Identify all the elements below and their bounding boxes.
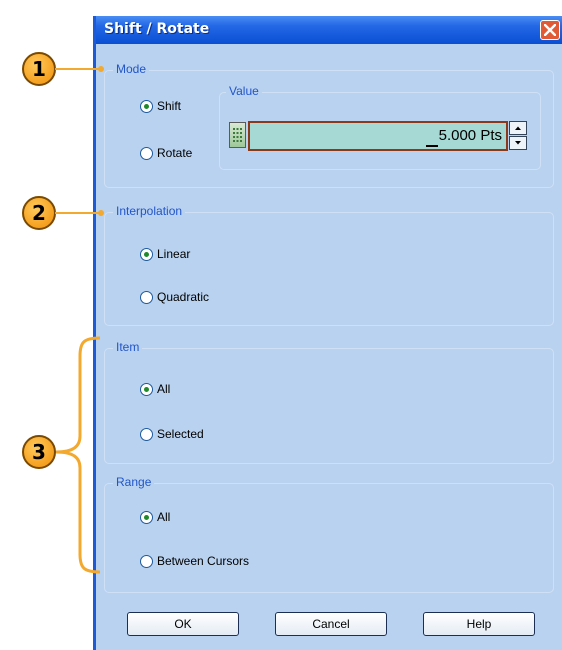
value-input[interactable]: 5.000 Pts [248,121,508,151]
help-button-label: Help [466,617,492,631]
range-all-label: All [157,510,171,524]
radio-checked-icon [140,511,153,524]
cancel-button-label: Cancel [312,617,350,631]
spin-down-icon[interactable] [509,136,527,150]
interpolation-quadratic-label: Quadratic [157,290,210,304]
calculator-icon[interactable] [229,122,246,148]
item-group: Item [104,340,554,464]
value-text: 5.000 Pts [438,127,502,144]
radio-checked-icon [140,383,153,396]
callout-line-1 [55,68,101,70]
callout-badge-1: 1 [22,52,56,86]
spin-up-icon[interactable] [509,121,527,135]
range-legend: Range [113,475,155,489]
text-caret [426,145,438,147]
callout-line-2 [55,212,101,214]
radio-checked-icon [140,100,153,113]
callout-badge-3: 3 [22,435,56,469]
item-legend: Item [113,340,143,354]
radio-unchecked-icon [140,147,153,160]
title-bar[interactable]: Shift / Rotate [96,16,562,44]
callout-dot-2 [98,210,104,216]
ok-button[interactable]: OK [127,612,239,636]
interpolation-group: Interpolation [104,204,554,326]
ok-button-label: OK [174,617,192,631]
radio-checked-icon [140,248,153,261]
help-button[interactable]: Help [423,612,535,636]
interpolation-linear-label: Linear [157,247,191,261]
interpolation-legend: Interpolation [113,204,186,218]
dialog-title: Shift / Rotate [104,21,210,37]
close-icon[interactable] [540,20,560,40]
radio-unchecked-icon [140,291,153,304]
cancel-button[interactable]: Cancel [275,612,387,636]
mode-shift-label: Shift [157,99,182,113]
item-all-label: All [157,382,171,396]
mode-legend: Mode [113,62,150,76]
callout-badge-2: 2 [22,196,56,230]
range-group: Range [104,475,554,593]
radio-unchecked-icon [140,555,153,568]
item-selected-label: Selected [157,427,204,441]
callout-bracket-3 [55,336,101,574]
mode-rotate-label: Rotate [157,146,193,160]
range-between-cursors-label: Between Cursors [157,554,250,568]
callout-dot-1 [98,66,104,72]
radio-unchecked-icon [140,428,153,441]
value-legend: Value [226,84,262,98]
